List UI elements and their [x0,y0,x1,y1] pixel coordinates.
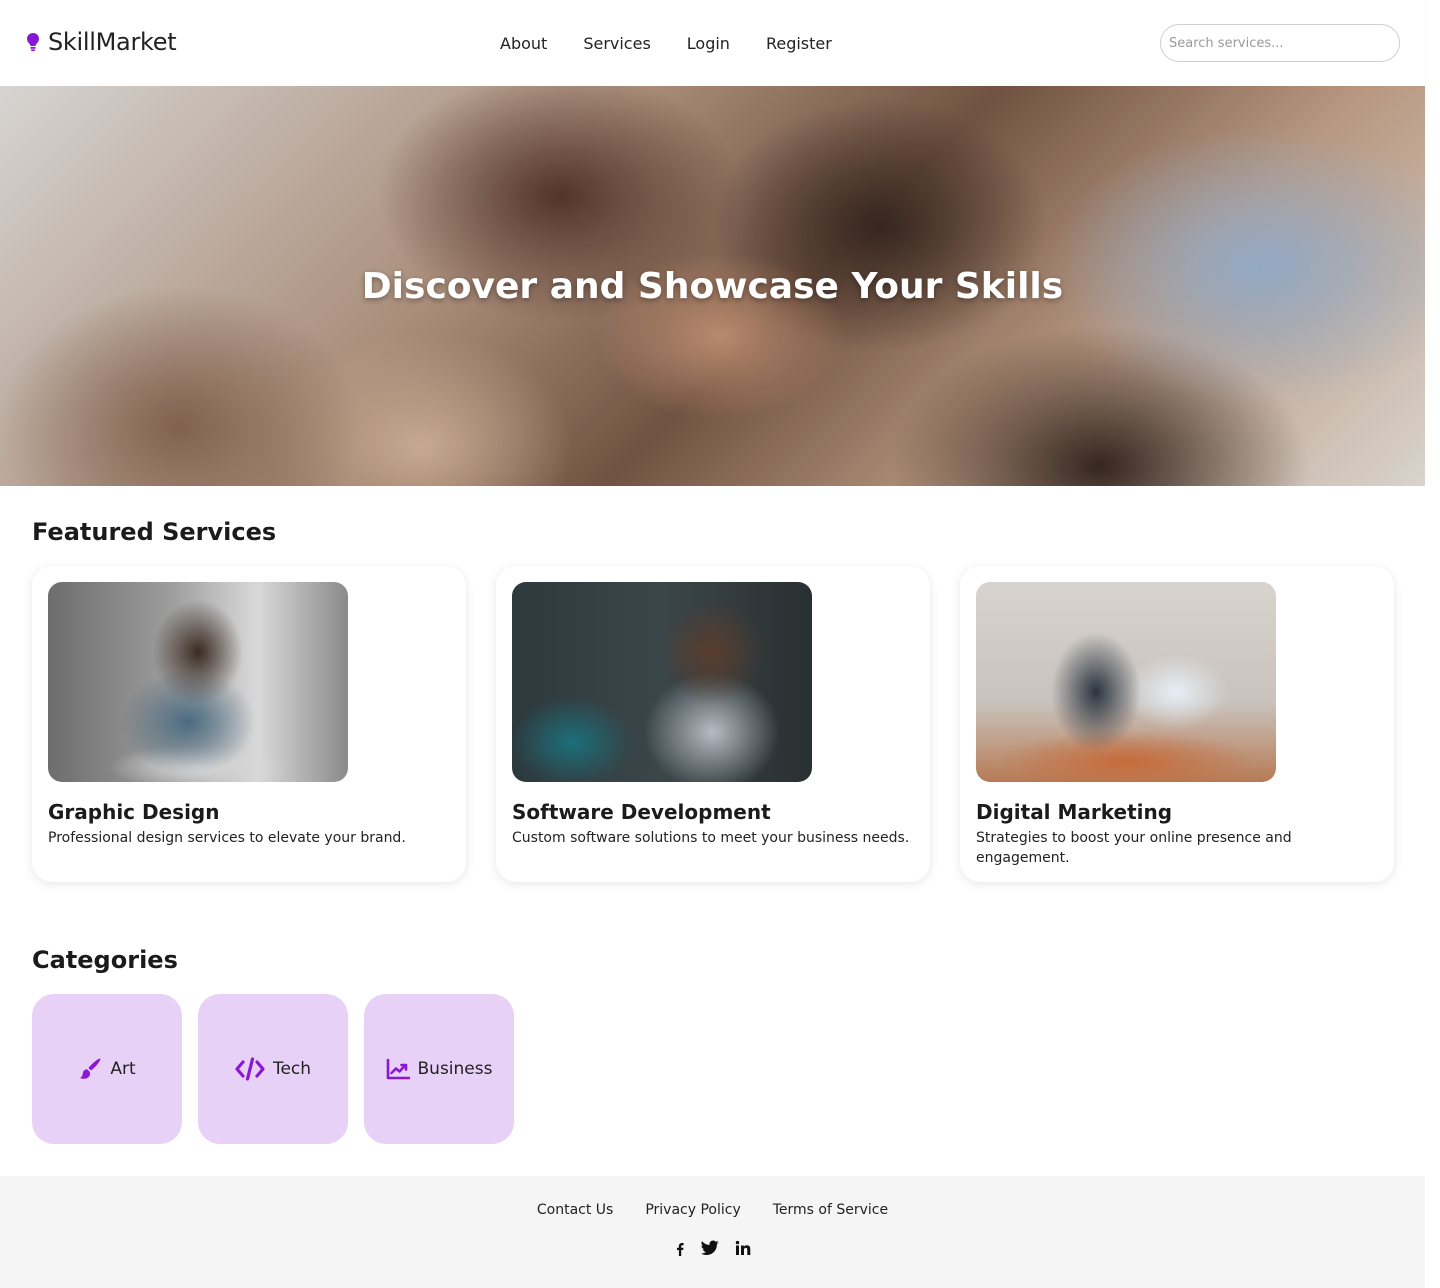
category-tech[interactable]: Tech [198,994,348,1144]
lightbulb-icon [27,33,39,51]
footer-link-privacy[interactable]: Privacy Policy [645,1202,740,1218]
graphic-design-image [48,582,348,782]
card-description: Strategies to boost your online presence… [976,830,1292,866]
twitter-icon[interactable] [700,1240,719,1260]
featured-services-title: Featured Services [32,518,277,546]
search-input[interactable] [1160,24,1400,62]
site-header: SkillMarket About Services Login Registe… [0,0,1425,86]
card-title: Digital Marketing [976,800,1173,824]
footer-link-terms[interactable]: Terms of Service [773,1202,888,1218]
site-footer: Contact Us Privacy Policy Terms of Servi… [0,1176,1425,1288]
card-description: Custom software solutions to meet your b… [512,830,910,846]
linkedin-icon[interactable] [735,1240,751,1260]
nav-register[interactable]: Register [766,34,832,53]
code-icon [235,1057,265,1081]
card-description: Professional design services to elevate … [48,830,406,846]
service-card-digital-marketing[interactable]: Digital Marketing Strategies to boost yo… [960,566,1394,882]
card-title: Graphic Design [48,800,220,824]
category-business[interactable]: Business [364,994,514,1144]
category-art[interactable]: Art [32,994,182,1144]
footer-link-contact[interactable]: Contact Us [537,1202,613,1218]
brand-logo[interactable]: SkillMarket [26,28,177,56]
categories-title: Categories [32,946,178,974]
nav-about[interactable]: About [500,34,547,53]
category-label: Art [110,1059,136,1079]
social-links [0,1240,1425,1260]
nav-login[interactable]: Login [687,34,730,53]
main-nav: About Services Login Register [500,34,868,53]
service-card-graphic-design[interactable]: Graphic Design Professional design servi… [32,566,466,882]
brand-name: SkillMarket [48,28,177,56]
category-label: Business [417,1059,493,1079]
hero-banner: Discover and Showcase Your Skills [0,86,1425,486]
footer-links: Contact Us Privacy Policy Terms of Servi… [0,1202,1425,1218]
card-title: Software Development [512,800,771,824]
nav-services[interactable]: Services [583,34,650,53]
hero-title: Discover and Showcase Your Skills [361,266,1064,307]
digital-marketing-image [976,582,1276,782]
service-card-software-development[interactable]: Software Development Custom software sol… [496,566,930,882]
category-label: Tech [272,1059,312,1079]
chart-line-icon [386,1058,410,1080]
software-development-image [512,582,812,782]
facebook-icon[interactable] [675,1241,685,1260]
paintbrush-icon [80,1058,101,1079]
